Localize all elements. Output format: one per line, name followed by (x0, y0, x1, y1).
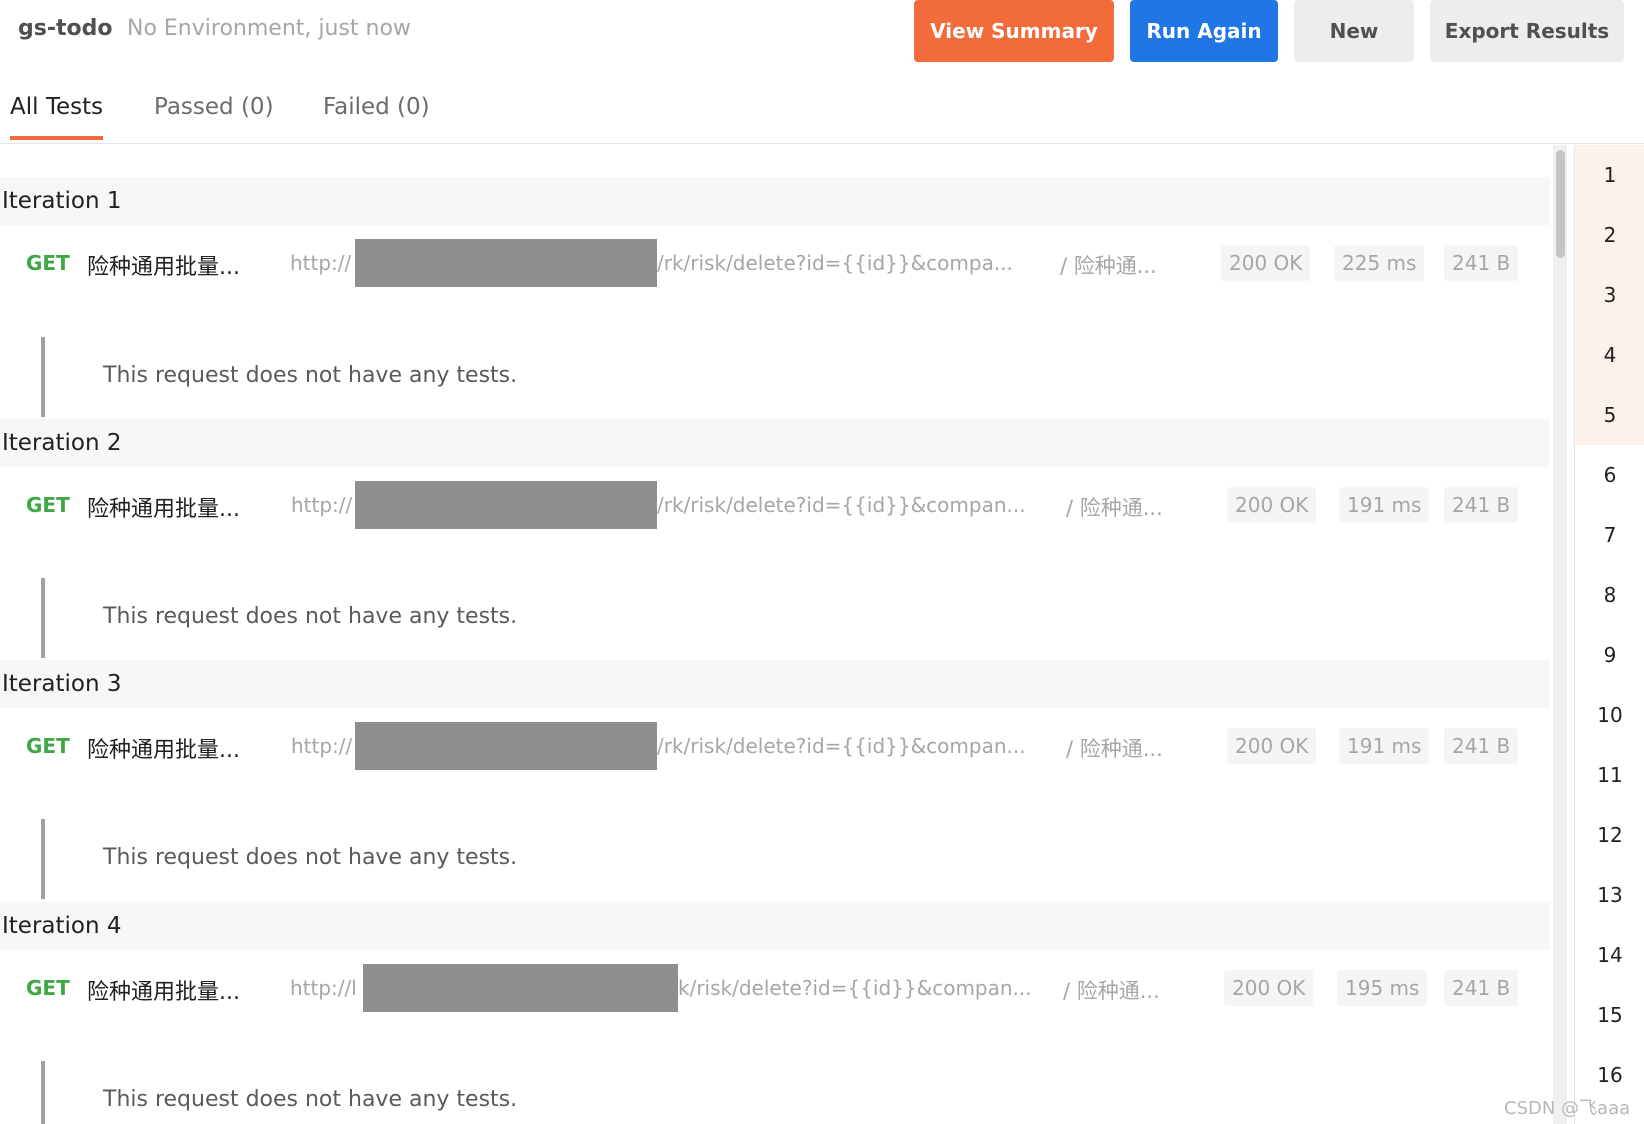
iteration-block: Iteration 3 GET 险种通用批量... http:// /rk/ri… (0, 660, 1554, 902)
request-url-prefix: http:// (291, 734, 353, 758)
iteration-nav-item[interactable]: 8 (1575, 565, 1644, 625)
status-badge: 200 OK (1221, 245, 1311, 281)
request-row[interactable]: GET 险种通用批量... http:// /rk/risk/delete?id… (0, 722, 1554, 770)
request-url-path: k/risk/delete?id={{id}}&compan... (678, 976, 1032, 1000)
request-method: GET (26, 734, 70, 758)
new-button[interactable]: New (1294, 0, 1414, 62)
iteration-nav-item[interactable]: 14 (1575, 925, 1644, 985)
request-url-prefix: http:// (290, 251, 352, 275)
export-results-button[interactable]: Export Results (1430, 0, 1624, 62)
collection-name: gs-todo (18, 16, 113, 41)
status-badge: 200 OK (1224, 970, 1314, 1006)
response-size-badge: 241 B (1444, 245, 1519, 281)
no-tests-message: This request does not have any tests. (103, 1087, 518, 1112)
request-url-prefix: http:// (291, 493, 353, 517)
iteration-title: Iteration 2 (2, 430, 122, 456)
tab-passed[interactable]: Passed (0) (154, 94, 274, 136)
redacted-host (355, 239, 657, 287)
results-scrollbar[interactable] (1553, 145, 1567, 1124)
request-name: 险种通用批量... (87, 255, 240, 280)
iteration-header: Iteration 3 (0, 660, 1550, 708)
request-folder: / 险种通... (1066, 737, 1163, 761)
iteration-list: Iteration 1 GET 险种通用批量... http:// /rk/ri… (0, 145, 1554, 1124)
request-name: 险种通用批量... (87, 980, 240, 1005)
iteration-nav-item[interactable]: 5 (1575, 385, 1644, 445)
request-name: 险种通用批量... (87, 738, 240, 763)
iteration-nav-item[interactable]: 10 (1575, 685, 1644, 745)
request-name: 险种通用批量... (87, 497, 240, 522)
request-url-path: /rk/risk/delete?id={{id}}&compan... (657, 493, 1026, 517)
runner-results: gs-todo No Environment, just now View Su… (0, 0, 1644, 1124)
response-time-badge: 195 ms (1337, 970, 1428, 1006)
tab-failed[interactable]: Failed (0) (323, 94, 430, 136)
iteration-header: Iteration 4 (0, 902, 1550, 950)
request-row[interactable]: GET 险种通用批量... http://l k/risk/delete?id=… (0, 964, 1554, 1012)
tests-block: This request does not have any tests. (41, 337, 1441, 417)
iteration-nav-item[interactable]: 9 (1575, 625, 1644, 685)
iteration-header: Iteration 1 (0, 177, 1550, 225)
response-size-badge: 241 B (1444, 970, 1519, 1006)
redacted-host (355, 481, 657, 529)
request-url-path: /rk/risk/delete?id={{id}}&compan... (657, 734, 1026, 758)
iteration-nav-item[interactable]: 3 (1575, 265, 1644, 325)
watermark: CSDN @飞aaa (1504, 1098, 1631, 1119)
request-row[interactable]: GET 险种通用批量... http:// /rk/risk/delete?id… (0, 481, 1554, 529)
run-meta: No Environment, just now (127, 16, 411, 41)
response-size-badge: 241 B (1444, 487, 1519, 523)
request-folder: / 险种通... (1060, 254, 1157, 278)
tests-block: This request does not have any tests. (41, 578, 1441, 658)
iteration-block: Iteration 4 GET 险种通用批量... http://l k/ris… (0, 902, 1554, 1124)
results-header: gs-todo No Environment, just now View Su… (0, 0, 1644, 70)
request-url-prefix: http://l (290, 976, 357, 1000)
iteration-navigator: 1 2 3 4 5 6 7 8 9 10 11 12 13 14 15 16 (1574, 145, 1644, 1124)
iteration-nav-item[interactable]: 6 (1575, 445, 1644, 505)
status-badge: 200 OK (1227, 728, 1317, 764)
status-badge: 200 OK (1227, 487, 1317, 523)
response-time-badge: 191 ms (1339, 728, 1430, 764)
iteration-nav-item[interactable]: 2 (1575, 205, 1644, 265)
iteration-nav-item[interactable]: 7 (1575, 505, 1644, 565)
response-size-badge: 241 B (1444, 728, 1519, 764)
request-row[interactable]: GET 险种通用批量... http:// /rk/risk/delete?id… (0, 239, 1554, 287)
view-summary-button[interactable]: View Summary (914, 0, 1114, 62)
iteration-block: Iteration 1 GET 险种通用批量... http:// /rk/ri… (0, 177, 1554, 419)
scrollbar-thumb[interactable] (1556, 150, 1565, 258)
request-method: GET (26, 493, 70, 517)
iteration-title: Iteration 1 (2, 188, 122, 214)
request-method: GET (26, 976, 70, 1000)
iteration-title: Iteration 3 (2, 671, 122, 697)
request-folder: / 险种通... (1063, 979, 1160, 1003)
results-tabs: All Tests Passed (0) Failed (0) (0, 82, 1644, 144)
iteration-nav-item[interactable]: 15 (1575, 985, 1644, 1045)
iteration-nav-item[interactable]: 11 (1575, 745, 1644, 805)
iteration-nav-item[interactable]: 13 (1575, 865, 1644, 925)
iteration-nav-item[interactable]: 4 (1575, 325, 1644, 385)
run-again-button[interactable]: Run Again (1130, 0, 1278, 62)
iteration-nav-item[interactable]: 12 (1575, 805, 1644, 865)
tab-all-tests[interactable]: All Tests (10, 94, 104, 140)
no-tests-message: This request does not have any tests. (103, 363, 518, 388)
iteration-header: Iteration 2 (0, 419, 1550, 467)
request-url-path: /rk/risk/delete?id={{id}}&compa... (657, 251, 1013, 275)
response-time-badge: 191 ms (1339, 487, 1430, 523)
redacted-host (363, 964, 678, 1012)
request-method: GET (26, 251, 70, 275)
iteration-block: Iteration 2 GET 险种通用批量... http:// /rk/ri… (0, 419, 1554, 661)
iteration-nav-item[interactable]: 1 (1575, 145, 1644, 205)
no-tests-message: This request does not have any tests. (103, 604, 518, 629)
tests-block: This request does not have any tests. (41, 819, 1441, 899)
no-tests-message: This request does not have any tests. (103, 845, 518, 870)
response-time-badge: 225 ms (1334, 245, 1425, 281)
redacted-host (355, 722, 657, 770)
iteration-title: Iteration 4 (2, 913, 122, 939)
request-folder: / 险种通... (1066, 496, 1163, 520)
tests-block: This request does not have any tests. (41, 1061, 1441, 1124)
